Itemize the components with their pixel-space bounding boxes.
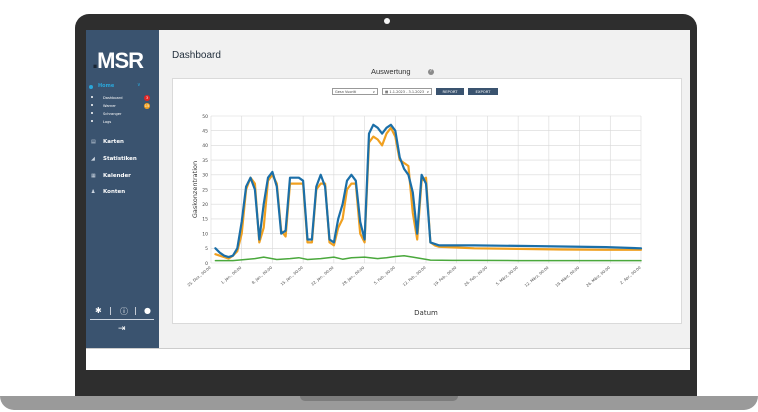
bullet-icon: [91, 104, 93, 106]
notification-badge: 15: [144, 103, 150, 109]
y-tick-label: 15: [202, 217, 208, 223]
subnav-item-warner[interactable]: Warner 15: [91, 102, 155, 110]
y-axis-label: Gaskonzentration: [191, 161, 199, 218]
x-tick-label: 15. Jan., 00:00: [279, 265, 304, 287]
subnav-label: Logs: [103, 120, 112, 124]
x-tick-label: 19. Feb., 00:00: [432, 265, 458, 288]
bullet-icon: [91, 96, 93, 98]
y-tick-label: 30: [202, 173, 208, 179]
sidebar-item-label: Karten: [103, 139, 124, 145]
y-tick-label: 10: [202, 231, 208, 237]
x-tick-label: 1. Jan., 00:00: [220, 265, 243, 285]
sidebar-item-label: Statistiken: [103, 156, 137, 162]
sidebar: .MSR Home ∨ Dashboard 3 Warner 15 Schran…: [86, 30, 159, 348]
bottom-strip: [86, 348, 690, 370]
sidebar-item-konten[interactable]: ♟ Konten: [89, 188, 157, 198]
x-tick-label: 29. Jan., 00:00: [341, 265, 366, 287]
circle-dot-icon: [89, 85, 93, 89]
series-line-2: [214, 254, 642, 262]
y-tick-label: 25: [202, 187, 208, 193]
sidebar-item-kalender[interactable]: ▦ Kalender: [89, 172, 157, 182]
camera-icon: [384, 18, 390, 24]
section-title: Auswertung: [371, 67, 411, 76]
users-icon: ♟: [91, 189, 96, 195]
bullet-icon: [91, 112, 93, 114]
separator: |: [134, 306, 137, 315]
calendar-icon: ▦: [91, 173, 96, 179]
sidebar-item-label: Home: [98, 83, 115, 89]
screen: .MSR Home ∨ Dashboard 3 Warner 15 Schran…: [86, 30, 690, 370]
page-title: Dashboard: [172, 50, 221, 61]
separator: |: [109, 306, 112, 315]
x-tick-label: 5. Feb., 00:00: [373, 265, 397, 286]
moon-icon[interactable]: ●: [144, 306, 151, 315]
sidebar-item-label: Konten: [103, 189, 126, 195]
chart-card: Gesn Vuoriti ∨ ▦ 1.1.2023 - 3.1.2023 ∨ R…: [172, 78, 682, 324]
laptop-notch: [300, 396, 458, 401]
sidebar-divider: [90, 319, 154, 320]
subnav-label: Warner: [103, 104, 116, 108]
chevron-down-icon[interactable]: ∨: [137, 82, 141, 88]
help-icon[interactable]: ?: [428, 69, 434, 75]
logo-text: MSR: [97, 48, 144, 73]
gear-icon[interactable]: ✱: [95, 306, 102, 315]
sidebar-item-statistiken[interactable]: ◢ Statistiken: [89, 155, 157, 165]
y-tick-label: 40: [202, 143, 208, 149]
logo: .MSR: [92, 48, 144, 74]
subnav: Dashboard 3 Warner 15 Schranger Logs: [91, 94, 155, 126]
notification-badge: 3: [144, 95, 150, 101]
y-tick-label: 35: [202, 158, 208, 164]
y-tick-label: 5: [205, 246, 208, 252]
x-tick-label: 5. März, 00:00: [495, 265, 520, 287]
x-tick-label: 12. März, 00:00: [523, 265, 549, 288]
line-chart: 05101520253035404550 25. Dez., 00:00 1. J…: [186, 114, 643, 317]
series-line-0: [214, 123, 643, 259]
x-axis-label: Datum: [414, 309, 438, 317]
info-icon[interactable]: ⓘ: [120, 306, 128, 317]
sidebar-item-label: Kalender: [103, 173, 131, 179]
chart-icon: ◢: [91, 156, 95, 162]
logout-icon[interactable]: ⇥: [118, 324, 126, 334]
series-line-1: [214, 126, 643, 260]
subnav-label: Schranger: [103, 112, 122, 116]
subnav-item-logs[interactable]: Logs: [91, 118, 155, 126]
subnav-item-dashboard[interactable]: Dashboard 3: [91, 94, 155, 102]
y-tick-label: 50: [202, 114, 208, 120]
sidebar-item-home[interactable]: Home ∨: [89, 82, 141, 91]
main-content: Dashboard Auswertung ? Gesn Vuoriti ∨ ▦ …: [159, 30, 690, 348]
x-tick-label: 19. März, 00:00: [554, 265, 580, 288]
x-tick-label: 26. März, 00:00: [585, 265, 611, 288]
x-tick-label: 8. Jan., 00:00: [251, 265, 274, 285]
x-tick-label: 25. Dez., 00:00: [186, 265, 212, 288]
x-tick-label: 12. Feb., 00:00: [402, 265, 428, 288]
y-tick-label: 20: [202, 202, 208, 208]
y-tick-label: 45: [202, 129, 208, 135]
subnav-label: Dashboard: [103, 96, 123, 100]
x-tick-label: 2. Apr., 00:00: [619, 265, 642, 286]
sidebar-item-karten[interactable]: ▤ Karten: [89, 138, 157, 148]
map-icon: ▤: [91, 139, 96, 145]
x-tick-label: 26. Feb., 00:00: [463, 265, 489, 288]
sidebar-footer-icons: ✱ | ⓘ | ●: [92, 306, 156, 318]
subnav-item-schranger[interactable]: Schranger: [91, 110, 155, 118]
bullet-icon: [91, 120, 93, 122]
x-tick-label: 22. Jan., 00:00: [310, 265, 335, 287]
